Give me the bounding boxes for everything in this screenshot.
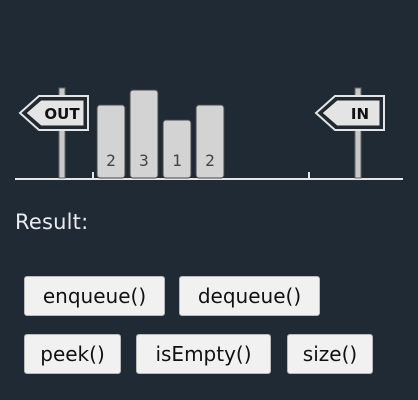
size-button[interactable]: size() xyxy=(287,334,373,374)
queue-item-value: 2 xyxy=(205,151,215,170)
isempty-button[interactable]: isEmpty() xyxy=(136,334,271,374)
queue-item-value: 3 xyxy=(139,151,149,170)
queue-scene: OUT IN 2 3 1 2 xyxy=(15,87,403,180)
queue-items: 2 3 1 2 xyxy=(96,89,225,179)
queue-item-value: 2 xyxy=(106,151,116,170)
in-sign: IN xyxy=(314,87,385,179)
queue-item: 3 xyxy=(129,89,159,179)
queue-item: 2 xyxy=(96,104,126,179)
enqueue-button[interactable]: enqueue() xyxy=(24,276,165,316)
queue-item: 1 xyxy=(162,119,192,179)
peek-button[interactable]: peek() xyxy=(24,334,121,374)
queue-item: 2 xyxy=(195,104,225,179)
in-sign-label: IN xyxy=(351,105,369,123)
out-sign: OUT xyxy=(18,87,89,179)
out-sign-label: OUT xyxy=(44,105,80,123)
dequeue-button[interactable]: dequeue() xyxy=(179,276,320,316)
result-label: Result: xyxy=(15,210,89,234)
queue-item-value: 1 xyxy=(172,151,182,170)
